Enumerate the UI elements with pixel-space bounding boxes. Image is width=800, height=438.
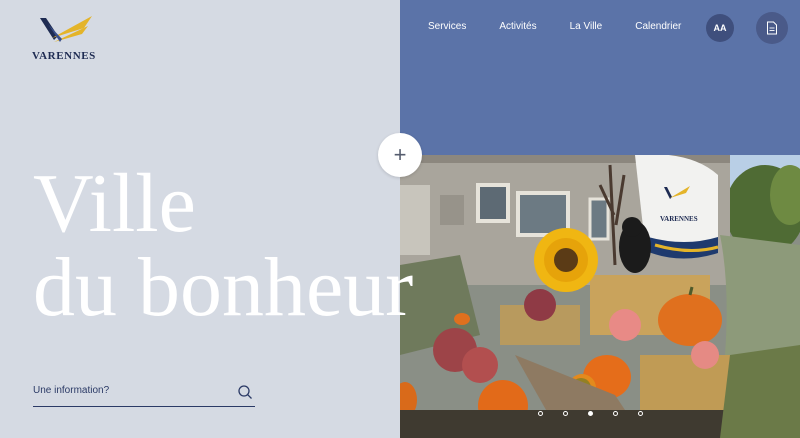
logo-wordmark: VARENNES <box>32 50 96 62</box>
carousel-dot[interactable] <box>563 411 568 416</box>
text-size-label: AA <box>713 23 727 33</box>
plus-icon: + <box>393 142 407 167</box>
hero-title: Ville du bonheur <box>33 162 413 330</box>
nav-item-calendrier[interactable]: Calendrier <box>635 21 681 33</box>
logo-mark-icon <box>40 16 92 42</box>
varennes-logo[interactable]: VARENNES <box>32 14 102 62</box>
carousel-dot[interactable] <box>613 411 618 416</box>
main-nav: Services Activités La Ville Calendrier <box>428 21 714 33</box>
autumn-display-photo: VARENNES <box>400 155 800 438</box>
hero-photo: VARENNES <box>400 155 800 438</box>
hero-title-line-2: du bonheur <box>33 241 414 334</box>
hero-title-line-1: Ville <box>33 157 196 250</box>
sign-wordmark: VARENNES <box>660 215 698 223</box>
nav-item-services[interactable]: Services <box>428 21 466 33</box>
document-button[interactable] <box>756 12 788 44</box>
carousel-dot[interactable] <box>588 411 593 416</box>
text-size-button[interactable]: AA <box>706 14 734 42</box>
search-bar <box>33 380 255 407</box>
document-icon <box>767 21 777 35</box>
page: VARENNES Services Activités La Ville Cal… <box>0 0 800 438</box>
carousel-dots <box>538 411 643 416</box>
nav-item-la-ville[interactable]: La Ville <box>570 21 603 33</box>
nav-item-activites[interactable]: Activités <box>499 21 536 33</box>
search-icon[interactable] <box>237 384 253 400</box>
search-input[interactable] <box>33 381 223 396</box>
carousel-dot[interactable] <box>638 411 643 416</box>
expand-plus-button[interactable]: + <box>378 133 422 177</box>
carousel-dot[interactable] <box>538 411 543 416</box>
